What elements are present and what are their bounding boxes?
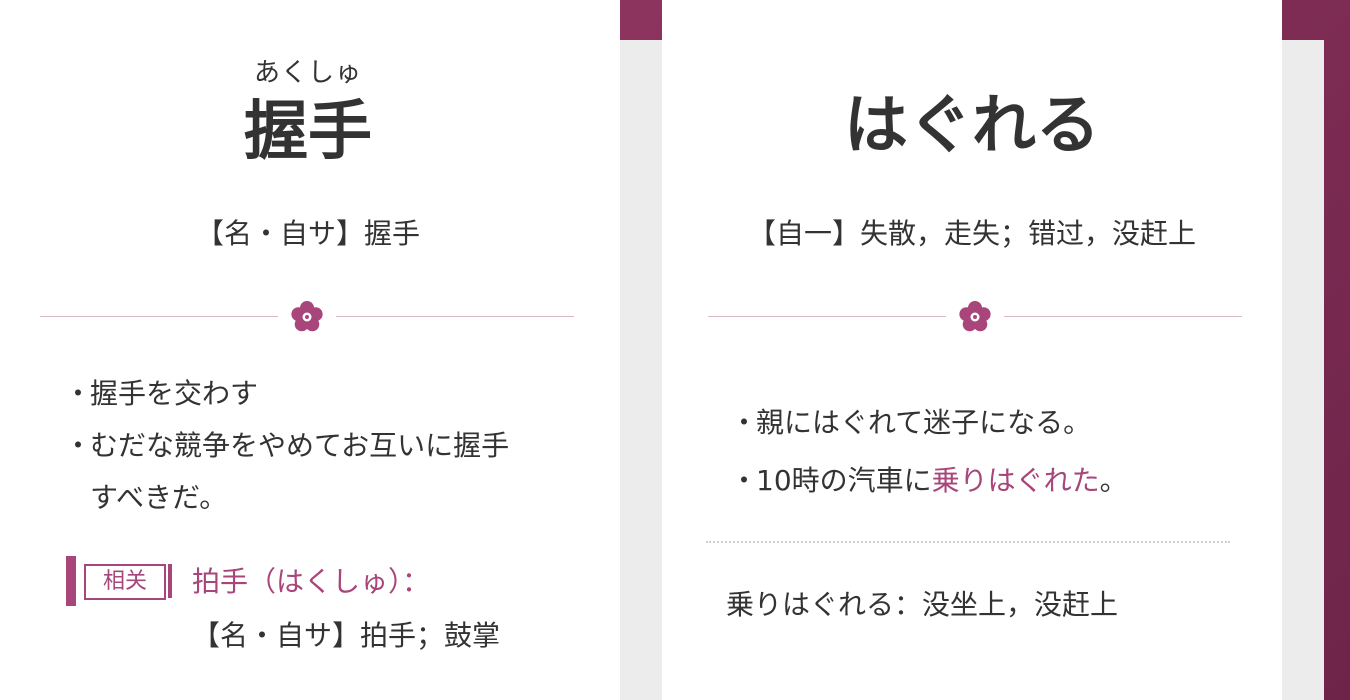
divider-line-right: [336, 316, 574, 317]
sakura-flower-icon: [291, 301, 323, 332]
bullet: ・: [730, 406, 759, 439]
bullet: ・: [64, 429, 93, 462]
definition: 【自一】失散，走失；错过，没赶上: [747, 217, 1196, 250]
bullet: ・: [730, 464, 759, 497]
divider-line-left: [40, 316, 278, 317]
phrase-note: 乗りはぐれる：没坐上，没赶上: [726, 588, 1119, 621]
related-tag-label: 相关: [84, 564, 166, 600]
example-item: ・ 親にはぐれて迷子になる。: [730, 394, 1250, 452]
definition: 【名・自サ】握手: [195, 217, 420, 250]
divider-line-left: [708, 316, 946, 317]
example-item: ・ むだな競争をやめてお互いに握手 すべきだ。: [64, 420, 584, 524]
example-text-prefix: 10時の汽車に: [756, 464, 932, 497]
example-item: ・ 握手を交わす: [64, 368, 584, 420]
scroll-tag-bar: [66, 556, 76, 606]
bullet: ・: [64, 377, 93, 410]
related-word: 拍手（はくしゅ）：: [192, 565, 431, 598]
headword: 握手: [244, 95, 372, 169]
example-text-suffix: 。: [1099, 464, 1128, 497]
example-text: むだな競争をやめてお互いに握手: [90, 429, 510, 462]
scroll-tag-bar: [168, 564, 172, 598]
example-list: ・ 親にはぐれて迷子になる。 ・ 10時の汽車に乗りはぐれた。: [730, 394, 1250, 510]
example-text: 握手を交わす: [90, 377, 259, 410]
divider-line-right: [1004, 316, 1242, 317]
sakura-flower-icon: [959, 301, 991, 332]
example-list: ・ 握手を交わす ・ むだな競争をやめてお互いに握手 すべきだ。: [64, 368, 584, 524]
dotted-separator: [706, 541, 1230, 543]
example-text: 10時の汽車に乗りはぐれた。: [756, 452, 1250, 510]
example-text-continued: すべきだ。: [90, 481, 228, 514]
section-divider: [40, 300, 574, 334]
section-divider: [708, 300, 1242, 334]
next-card-edge: [1282, 40, 1324, 700]
related-tag: 相关: [66, 556, 172, 606]
vocab-card-left: あくしゅ 握手 【名・自サ】握手 ・ 握手を交わす ・ むだな競争をやめてお互い…: [0, 0, 620, 700]
card-gap-strip: [620, 40, 662, 700]
highlighted-phrase: 乗りはぐれた: [931, 464, 1100, 497]
furigana-reading: あくしゅ: [253, 58, 362, 88]
example-text: 親にはぐれて迷子になる。: [756, 406, 1092, 439]
example-item: ・ 10時の汽車に乗りはぐれた。: [730, 452, 1250, 510]
related-definition: 【名・自サ】拍手；鼓掌: [192, 619, 501, 652]
headword: はぐれる: [844, 89, 1100, 163]
